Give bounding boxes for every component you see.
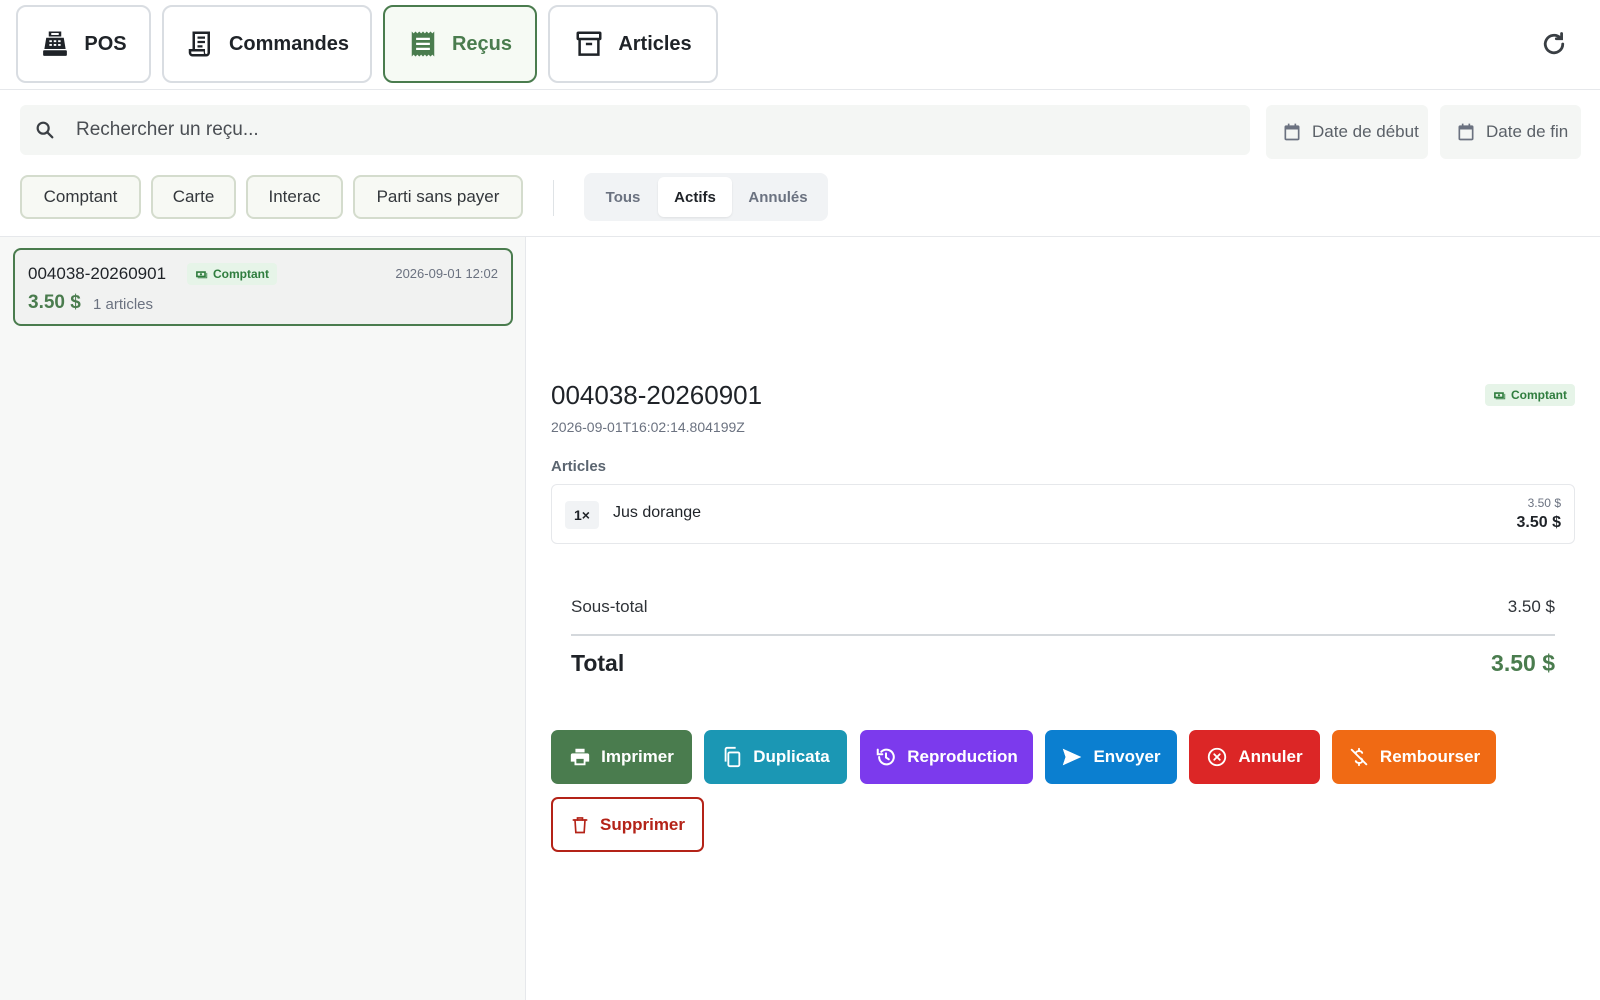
print-button[interactable]: Imprimer — [551, 730, 692, 784]
print-button-label: Imprimer — [601, 747, 674, 766]
line-item: 1× Jus dorange 3.50 $ 3.50 $ — [551, 484, 1575, 544]
delete-button-label: Supprimer — [599, 814, 686, 834]
receipt-item-count: 1 articles — [93, 296, 154, 313]
subtotal-value: 3.50 $ — [1507, 597, 1555, 616]
refund-button-label: Rembourser — [1379, 747, 1481, 766]
tab-pos-label: POS — [84, 32, 127, 55]
filter-chip-comptant[interactable]: Comptant — [20, 175, 141, 219]
filter-chip-label: Comptant — [43, 187, 118, 206]
tab-recus[interactable]: Reçus — [383, 5, 537, 83]
filter-chip-label: Interac — [268, 187, 321, 206]
status-tab-actifs[interactable]: Actifs — [658, 177, 732, 217]
search-bar — [20, 105, 1250, 155]
filter-divider — [553, 180, 554, 216]
payment-badge: Comptant — [187, 263, 277, 285]
top-navigation: POS Commandes Reçus Articles — [0, 0, 1600, 90]
detail-payment-badge: Comptant — [1485, 384, 1575, 406]
tab-commandes-label: Commandes — [228, 32, 350, 55]
printer-icon — [570, 748, 590, 766]
totals-divider — [571, 634, 1555, 636]
refund-button[interactable]: Rembourser — [1332, 730, 1496, 784]
detail-timestamp: 2026-09-01T16:02:14.804199Z — [551, 419, 745, 435]
total-value: 3.50 $ — [1491, 650, 1555, 676]
payment-badge-label: Comptant — [213, 267, 269, 281]
trash-icon — [572, 816, 588, 833]
tab-recus-label: Reçus — [451, 32, 513, 55]
line-item-quantity: 1× — [565, 501, 599, 529]
archive-box-icon — [576, 31, 602, 56]
cancel-button-label: Annuler — [1238, 747, 1303, 766]
status-segmented-control: Tous Actifs Annulés — [584, 173, 828, 221]
filter-chip-interac[interactable]: Interac — [246, 175, 343, 219]
search-icon — [36, 121, 54, 139]
receipt-date: 2026-09-01 12:02 — [395, 266, 498, 281]
send-button[interactable]: Envoyer — [1045, 730, 1177, 784]
detail-payment-label: Comptant — [1511, 388, 1567, 402]
detail-receipt-id: 004038-20260901 — [551, 380, 763, 410]
order-list-icon — [188, 31, 210, 57]
cancel-circle-icon — [1208, 747, 1227, 767]
filter-chip-label: Carte — [172, 187, 215, 206]
subtotal-label: Sous-total — [571, 597, 648, 616]
status-tab-annules[interactable]: Annulés — [734, 177, 822, 217]
filter-chip-label: Parti sans payer — [376, 187, 500, 206]
end-date-button[interactable]: Date de fin — [1440, 105, 1581, 159]
delete-button[interactable]: Supprimer — [551, 797, 704, 852]
receipt-id: 004038-20260901 — [28, 264, 167, 283]
refresh-button[interactable] — [1538, 28, 1570, 60]
copy-icon — [724, 746, 741, 768]
receipt-list: 004038-20260901 Comptant 2026-09-01 12:0… — [0, 237, 526, 1000]
send-icon — [1063, 748, 1082, 766]
filter-chip-carte[interactable]: Carte — [151, 175, 236, 219]
start-date-button[interactable]: Date de début — [1266, 105, 1428, 159]
calendar-icon — [1458, 123, 1474, 141]
cash-icon — [196, 270, 208, 278]
cancel-button[interactable]: Annuler — [1189, 730, 1320, 784]
tab-commandes[interactable]: Commandes — [162, 5, 372, 83]
filter-chip-parti-sans-payer[interactable]: Parti sans payer — [353, 175, 523, 219]
status-tab-tous[interactable]: Tous — [590, 177, 656, 217]
reproduce-button-label: Reproduction — [907, 747, 1018, 766]
end-date-label: Date de fin — [1486, 122, 1569, 141]
tab-pos[interactable]: POS — [16, 5, 151, 83]
receipt-list-item[interactable]: 004038-20260901 Comptant 2026-09-01 12:0… — [13, 248, 513, 326]
refresh-icon — [1543, 32, 1565, 55]
line-item-name: Jus dorange — [613, 504, 702, 521]
duplicate-button[interactable]: Duplicata — [704, 730, 847, 784]
search-input[interactable] — [76, 119, 1176, 141]
line-item-unit-price: 3.50 $ — [1527, 496, 1561, 510]
line-item-total: 3.50 $ — [1516, 514, 1561, 531]
receipt-amount: 3.50 $ — [28, 292, 81, 313]
cash-register-icon — [43, 31, 68, 56]
money-off-icon — [1350, 747, 1368, 767]
reproduce-button[interactable]: Reproduction — [860, 730, 1033, 784]
cash-icon — [1494, 391, 1506, 399]
duplicate-button-label: Duplicata — [753, 747, 830, 766]
calendar-icon — [1284, 123, 1300, 141]
total-label: Total — [571, 650, 625, 676]
tab-articles[interactable]: Articles — [548, 5, 718, 83]
history-icon — [876, 748, 896, 766]
articles-section-title: Articles — [551, 458, 607, 475]
receipt-icon — [411, 31, 435, 57]
send-button-label: Envoyer — [1093, 747, 1161, 766]
tab-articles-label: Articles — [618, 32, 692, 55]
start-date-label: Date de début — [1312, 122, 1419, 141]
